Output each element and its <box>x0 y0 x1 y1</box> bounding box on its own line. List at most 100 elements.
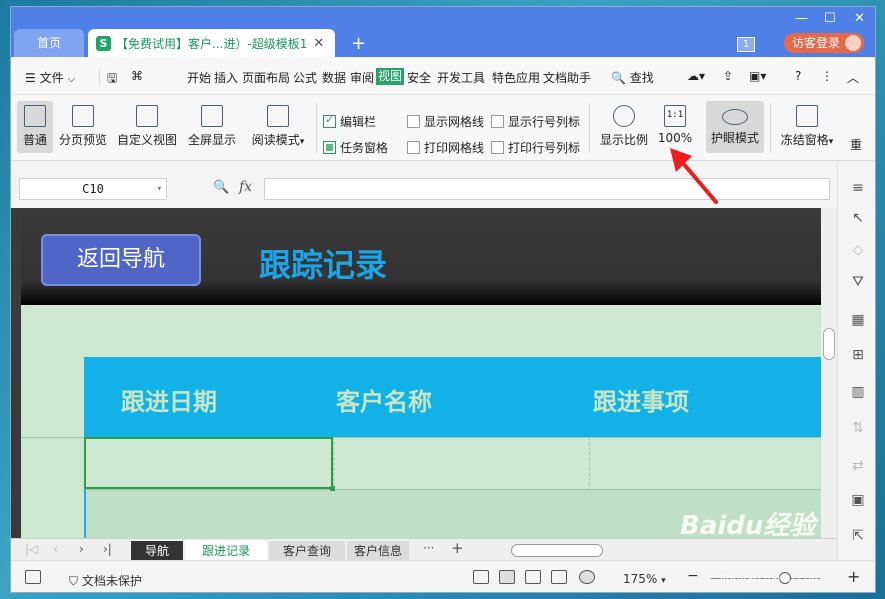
export-icon[interactable]: ⇱ <box>849 528 867 544</box>
vertical-scroll-thumb[interactable] <box>823 328 835 360</box>
close-window-icon[interactable]: ✕ <box>854 11 865 26</box>
tab-document[interactable]: S 【免费试用】客户...进）-超级模板1 ✕ <box>88 29 335 57</box>
image-icon[interactable]: ▣ <box>849 492 867 508</box>
menu-formula[interactable]: 公式 <box>293 69 317 86</box>
fullscreen-icon <box>201 105 223 127</box>
menu-review[interactable]: 审阅 <box>350 69 374 86</box>
minimize-icon[interactable]: — <box>795 11 808 26</box>
transfer-icon[interactable]: ⇄ <box>849 458 867 474</box>
cloud-icon[interactable]: ☁▾ <box>687 69 705 83</box>
chevron-down-icon: ▾ <box>661 576 666 586</box>
menu-doc-assistant[interactable]: 文档助手 <box>543 69 591 86</box>
table-icon[interactable]: ▦ <box>849 312 867 328</box>
zoom-out-icon[interactable]: − <box>687 568 699 584</box>
shield-icon: ⛉ <box>69 574 79 588</box>
menu-file[interactable]: ☰ 文件 ⌵ <box>25 69 75 86</box>
selected-cell[interactable] <box>84 437 335 491</box>
more-sheets-icon[interactable]: ··· <box>423 541 434 555</box>
reading-mode-label: 阅读模式 <box>251 133 300 147</box>
checkbox-show-gridlines-box <box>407 115 420 128</box>
formula-input[interactable] <box>264 178 830 200</box>
collapse-ribbon-icon[interactable]: ︿ <box>847 69 859 86</box>
menu-security[interactable]: 安全 <box>407 69 431 86</box>
reading-mode-button[interactable]: 阅读模式▾ <box>246 105 310 148</box>
window-count-badge[interactable]: 1 <box>737 37 755 52</box>
zoom-level[interactable]: 175% ▾ <box>623 572 666 586</box>
fx-icon[interactable]: fx <box>239 179 252 195</box>
normal-view-status-icon[interactable] <box>499 570 515 584</box>
search-button[interactable]: 🔍 查找 <box>611 69 654 86</box>
last-sheet-icon[interactable]: ›| <box>103 542 112 556</box>
protect-status[interactable]: ⛉ 文档未保护 <box>69 572 142 589</box>
checkbox-task-pane-label: 任务窗格 <box>340 141 389 155</box>
more-ribbon-item[interactable]: 重 <box>847 136 865 153</box>
menu-data[interactable]: 数据 <box>322 69 346 86</box>
checkbox-task-pane[interactable]: 任务窗格 <box>323 139 388 156</box>
menu-special-apps[interactable]: 特色应用 <box>492 69 540 86</box>
checkbox-show-headings[interactable]: 显示行号列标 <box>491 113 580 130</box>
save-icon[interactable]: 🖫 <box>107 69 117 90</box>
vertical-scrollbar[interactable] <box>821 208 837 538</box>
maximize-icon[interactable]: ☐ <box>824 11 836 26</box>
freeze-panes-button[interactable]: 冻结窗格▾ <box>775 105 839 148</box>
style-icon[interactable]: ⛛ <box>849 274 867 290</box>
horizontal-scroll-thumb[interactable] <box>511 544 603 557</box>
add-sheet-icon[interactable]: + <box>451 539 464 557</box>
name-box[interactable]: C10 ▾ <box>19 178 167 200</box>
sheet-tab-client-query[interactable]: 客户查询 <box>269 541 345 561</box>
select-cursor-icon[interactable]: ↖ <box>849 210 867 226</box>
eye-status-icon[interactable] <box>579 570 595 584</box>
share-icon[interactable]: ⇪ <box>723 69 733 83</box>
checkbox-print-gridlines-box <box>407 141 420 154</box>
first-sheet-icon[interactable]: |◁ <box>25 542 38 556</box>
formula-bar: C10 ▾ 🔍 fx <box>11 162 875 208</box>
help-icon[interactable]: ? <box>795 69 801 83</box>
shape-icon[interactable]: ◇ <box>849 242 867 258</box>
protect-status-label: 文档未保护 <box>81 574 142 588</box>
page-break-preview-button[interactable]: 分页预览 <box>57 105 109 148</box>
checkbox-print-gridlines[interactable]: 打印网格线 <box>407 139 484 156</box>
fit-icon[interactable] <box>473 570 489 584</box>
checkbox-show-gridlines[interactable]: 显示网格线 <box>407 113 484 130</box>
sheet-tab-follow-records[interactable]: 跟进记录 <box>185 541 267 561</box>
custom-view-button[interactable]: 自定义视图 <box>115 105 179 148</box>
menu-page-layout[interactable]: 页面布局 <box>242 69 290 86</box>
normal-view-button[interactable]: 普通 <box>17 101 53 153</box>
visitor-login-button[interactable]: 访客登录 <box>784 33 864 53</box>
next-sheet-icon[interactable]: › <box>79 542 84 556</box>
zoom-100-button[interactable]: 1:1 100% <box>655 105 695 145</box>
new-tab-button[interactable]: + <box>351 33 366 54</box>
prev-sheet-icon[interactable]: ‹ <box>53 542 58 556</box>
close-tab-icon[interactable]: ✕ <box>313 36 324 51</box>
search-label: 查找 <box>629 71 654 85</box>
zoom-in-icon[interactable]: + <box>847 567 860 586</box>
apps-icon[interactable]: ⊞ <box>849 347 867 363</box>
sheet-tab-navigation[interactable]: 导航 <box>131 541 183 561</box>
reading-status-icon[interactable] <box>551 570 567 584</box>
checkbox-print-headings[interactable]: 打印行号列标 <box>491 139 580 156</box>
tab-home[interactable]: 首页 <box>14 29 84 57</box>
more-icon[interactable]: ⋮ <box>821 69 833 83</box>
menu-insert[interactable]: 插入 <box>214 69 238 86</box>
menu-developer[interactable]: 开发工具 <box>437 69 485 86</box>
zoom-ratio-button[interactable]: 显示比例 <box>597 105 651 148</box>
menu-start[interactable]: 开始 <box>187 69 211 86</box>
macro-icon[interactable] <box>25 570 41 584</box>
zoom-search-icon[interactable]: 🔍 <box>213 180 229 195</box>
header-follow-date: 跟进日期 <box>121 388 217 416</box>
chart-icon[interactable]: ▥ <box>849 384 867 400</box>
menu-view[interactable]: 视图 <box>376 68 405 85</box>
filter-icon[interactable]: ⇅ <box>849 420 867 436</box>
checkbox-task-pane-box <box>323 141 336 154</box>
chevron-down-icon: ⌵ <box>67 74 76 85</box>
toolbox-icon[interactable]: ▣▾ <box>749 69 766 83</box>
page-break-status-icon[interactable] <box>525 570 541 584</box>
ribbon-view: 普通 分页预览 自定义视图 全屏显示 阅读模式▾ 编辑栏 任务窗格 <box>11 95 875 161</box>
format-painter-icon[interactable]: ⌘ <box>131 69 143 83</box>
sheet-tab-client-info[interactable]: 客户信息 <box>347 541 409 561</box>
checkbox-print-gridlines-label: 打印网格线 <box>424 141 485 155</box>
checkbox-formula-bar[interactable]: 编辑栏 <box>323 113 376 130</box>
fullscreen-button[interactable]: 全屏显示 <box>186 105 238 148</box>
panel-menu-icon[interactable]: ≡ <box>849 180 867 196</box>
back-to-navigation-button[interactable]: 返回导航 <box>41 234 201 286</box>
